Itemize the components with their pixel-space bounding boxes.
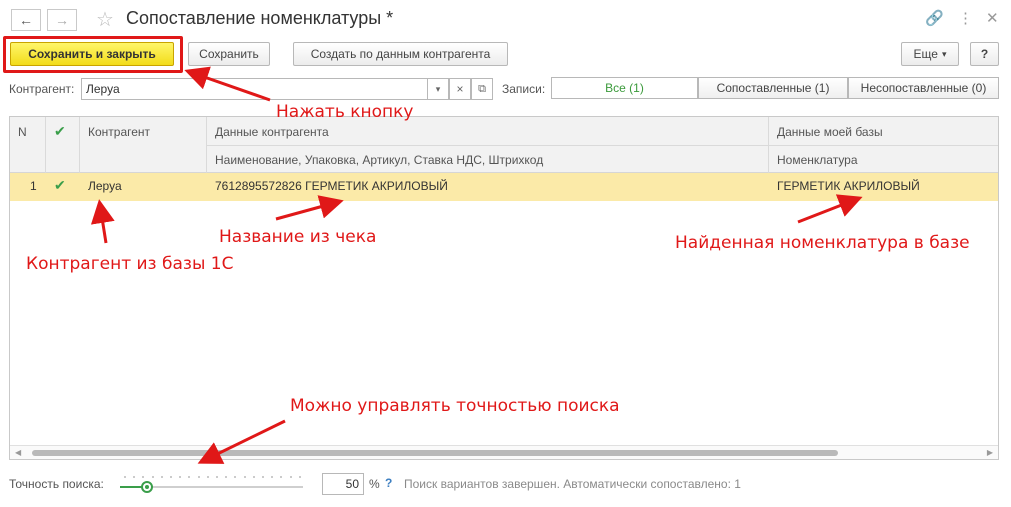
slider-tick [216, 476, 218, 478]
arrow-press-button [184, 66, 271, 102]
annotation-search-accuracy: Можно управлять точностью поиска [290, 396, 620, 416]
slider-tick [206, 476, 209, 478]
annotation-receipt-name: Название из чека [219, 227, 377, 247]
search-accuracy-input[interactable]: 50 [322, 473, 364, 495]
annotation-found-item: Найденная номенклатура в базе [675, 233, 970, 253]
slider-tick [252, 476, 255, 478]
slider-tick [289, 476, 292, 478]
annotation-counterparty-from-db: Контрагент из базы 1С [26, 254, 234, 274]
slider-tick [160, 476, 163, 478]
status-text: Поиск вариантов завершен. Автоматически … [404, 477, 741, 491]
arrow-search-accuracy [197, 419, 286, 464]
search-accuracy-label: Точность поиска: [9, 477, 104, 491]
slider-tick [170, 476, 172, 478]
annotation-press-button: Нажать кнопку [276, 102, 414, 122]
slider-tick [151, 476, 154, 478]
slider-knob[interactable] [141, 481, 153, 493]
slider-tick [262, 476, 264, 478]
arrow-receipt-name [275, 195, 344, 221]
slider-tick [243, 476, 246, 478]
help-icon[interactable]: ? [385, 476, 392, 490]
percent-sign: % [369, 477, 380, 491]
slider-tick [197, 476, 200, 478]
arrow-found-item [797, 194, 863, 224]
search-accuracy-slider[interactable] [120, 481, 303, 493]
slider-tick [298, 476, 301, 478]
arrow-counterparty [90, 199, 115, 244]
slider-tick [124, 476, 126, 478]
